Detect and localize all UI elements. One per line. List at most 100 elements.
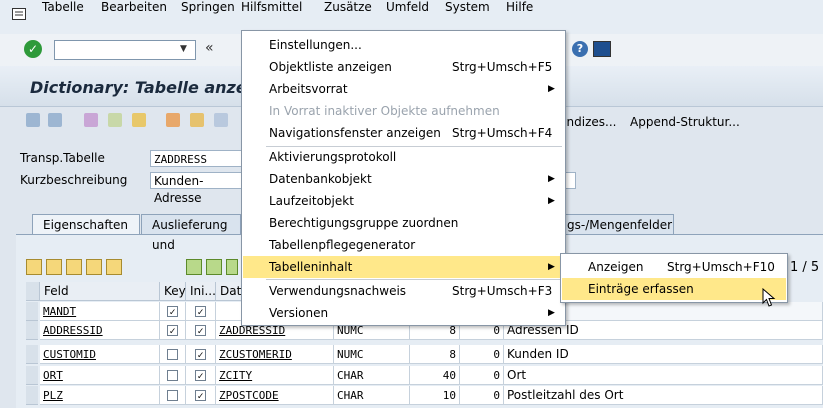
col-ini[interactable]: Ini... bbox=[186, 282, 216, 301]
table-row-desc[interactable]: Ort bbox=[504, 366, 823, 385]
table-row-len[interactable]: 40 bbox=[410, 366, 460, 385]
append-struktur-button[interactable]: Append-Struktur... bbox=[630, 115, 740, 129]
menu-item-einstellungen[interactable]: Einstellungen... bbox=[243, 34, 564, 56]
table-row-ini[interactable]: ✓ bbox=[186, 366, 216, 385]
menu-item-versionen[interactable]: Versionen ▶ bbox=[243, 302, 564, 324]
ini-checkbox[interactable]: ✓ bbox=[195, 390, 206, 402]
copy-row-icon[interactable] bbox=[46, 259, 62, 275]
col-dat[interactable]: Dat bbox=[216, 282, 242, 301]
key-checkbox[interactable] bbox=[167, 370, 178, 381]
forward-arrow-icon[interactable] bbox=[48, 113, 62, 127]
menu-bearbeiten[interactable]: Bearbeiten bbox=[101, 0, 167, 14]
menu-item-tabelleninhalt[interactable]: Tabelleninhalt ▶ bbox=[243, 256, 564, 278]
check-icon[interactable] bbox=[108, 113, 122, 127]
cut-row-icon[interactable] bbox=[26, 259, 42, 275]
menu-item-aktivierungsprotokoll[interactable]: Aktivierungsprotokoll bbox=[243, 146, 564, 168]
menu-zusaetze[interactable]: Zusätze bbox=[324, 0, 372, 14]
where-used-icon[interactable] bbox=[166, 113, 180, 127]
ini-checkbox[interactable]: ✓ bbox=[195, 306, 206, 318]
table-row-desc[interactable]: Kunden ID bbox=[504, 345, 823, 364]
table-row-key[interactable] bbox=[160, 366, 186, 385]
menu-item-datenbankobjekt[interactable]: Datenbankobjekt ▶ bbox=[243, 168, 564, 190]
row-selector[interactable] bbox=[26, 366, 38, 385]
ini-checkbox[interactable]: ✓ bbox=[195, 370, 206, 382]
col-key[interactable]: Key bbox=[160, 282, 186, 301]
menu-umfeld[interactable]: Umfeld bbox=[386, 0, 429, 14]
menu-item-laufzeitobjekt[interactable]: Laufzeitobjekt ▶ bbox=[243, 190, 564, 212]
table-row-typ[interactable]: CHAR bbox=[334, 366, 410, 385]
enter-check-icon[interactable]: ✓ bbox=[24, 40, 42, 58]
filter-icon[interactable] bbox=[186, 259, 202, 275]
insert-row-icon[interactable] bbox=[86, 259, 102, 275]
table-row-dec[interactable]: 0 bbox=[460, 366, 504, 385]
activate-icon[interactable] bbox=[132, 113, 146, 127]
table-row-ini[interactable]: ✓ bbox=[186, 302, 216, 321]
table-row-dec[interactable]: 0 bbox=[460, 386, 504, 405]
command-field[interactable] bbox=[54, 40, 196, 60]
table-row-feld[interactable]: CUSTOMID bbox=[40, 345, 160, 364]
sap-menu-icon[interactable] bbox=[12, 8, 26, 20]
row-selector[interactable] bbox=[26, 386, 38, 405]
table-row-key[interactable]: ✓ bbox=[160, 302, 186, 321]
menu-system[interactable]: System bbox=[445, 0, 490, 14]
key-checkbox[interactable] bbox=[167, 390, 178, 401]
submenu-item-eintraege-erfassen[interactable]: Einträge erfassen bbox=[562, 278, 786, 300]
tab-auslieferung[interactable]: Auslieferung und bbox=[141, 214, 241, 252]
col-feld[interactable]: Feld bbox=[40, 282, 160, 301]
row-selector[interactable] bbox=[26, 321, 38, 340]
table-row-desc[interactable]: Postleitzahl des Ort bbox=[504, 386, 823, 405]
table-row-ini[interactable]: ✓ bbox=[186, 345, 216, 364]
table-row-dat[interactable]: ZCUSTOMERID bbox=[216, 345, 334, 364]
menu-item-objektliste[interactable]: Objektliste anzeigen Strg+Umsch+F5 bbox=[243, 56, 564, 78]
table-row-feld[interactable]: ADDRESSID bbox=[40, 321, 160, 340]
key-checkbox[interactable] bbox=[167, 349, 178, 360]
menu-item-navigationsfenster[interactable]: Navigationsfenster anzeigen Strg+Umsch+F4 bbox=[243, 122, 564, 144]
menu-item-tabellenpflegegenerator[interactable]: Tabellenpflegegenerator bbox=[243, 234, 564, 256]
table-tool-icon[interactable] bbox=[226, 259, 238, 275]
table-row-dat[interactable]: ZPOSTCODE bbox=[216, 386, 334, 405]
delete-row-icon[interactable] bbox=[106, 259, 122, 275]
search-help-icon[interactable] bbox=[206, 259, 222, 275]
ini-checkbox[interactable]: ✓ bbox=[195, 325, 206, 337]
table-row-key[interactable] bbox=[160, 386, 186, 405]
display-change-icon[interactable] bbox=[84, 113, 98, 127]
menu-item-berechtigungsgruppe[interactable]: Berechtigungsgruppe zuordnen bbox=[243, 212, 564, 234]
kurzbeschreibung-field[interactable]: Kunden-Adresse bbox=[150, 172, 242, 205]
table-row-feld[interactable]: PLZ bbox=[40, 386, 160, 405]
navigation-icon[interactable] bbox=[214, 113, 228, 127]
object-list-icon[interactable] bbox=[190, 113, 204, 127]
table-row-dec[interactable]: 0 bbox=[460, 345, 504, 364]
row-selector[interactable] bbox=[26, 345, 38, 364]
tab-eigenschaften[interactable]: Eigenschaften bbox=[32, 214, 140, 234]
command-dropdown-icon[interactable]: ▼ bbox=[180, 44, 187, 54]
layout-monitor-icon[interactable] bbox=[593, 41, 611, 57]
menu-item-verwendungsnachweis[interactable]: Verwendungsnachweis Strg+Umsch+F3 bbox=[243, 280, 564, 302]
menu-hilfsmittel[interactable]: Hilfsmittel bbox=[241, 0, 302, 14]
transp-tabelle-field[interactable]: ZADDRESS bbox=[150, 150, 242, 167]
table-row-ini[interactable]: ✓ bbox=[186, 386, 216, 405]
paste-row-icon[interactable] bbox=[66, 259, 82, 275]
indizes-button[interactable]: Indizes... bbox=[563, 115, 616, 129]
table-row-len[interactable]: 10 bbox=[410, 386, 460, 405]
table-row-ini[interactable]: ✓ bbox=[186, 321, 216, 340]
table-row-key[interactable] bbox=[160, 345, 186, 364]
table-row-len[interactable]: 8 bbox=[410, 345, 460, 364]
menu-tabelle[interactable]: Tabelle bbox=[42, 0, 84, 14]
key-checkbox[interactable]: ✓ bbox=[167, 306, 178, 318]
table-row-typ[interactable]: NUMC bbox=[334, 345, 410, 364]
submenu-item-anzeigen[interactable]: Anzeigen Strg+Umsch+F10 bbox=[562, 256, 786, 278]
command-nav-icon[interactable]: « bbox=[205, 40, 214, 56]
select-all-cell[interactable] bbox=[26, 282, 40, 301]
menu-springen[interactable]: Springen bbox=[181, 0, 235, 14]
table-row-typ[interactable]: CHAR bbox=[334, 386, 410, 405]
tab-mengenfelder[interactable]: gs-/Mengenfelder bbox=[562, 214, 674, 234]
ini-checkbox[interactable]: ✓ bbox=[195, 349, 206, 361]
table-row-dat[interactable] bbox=[216, 302, 242, 321]
menu-hilfe[interactable]: Hilfe bbox=[506, 0, 533, 14]
back-arrow-icon[interactable] bbox=[26, 113, 40, 127]
help-icon[interactable]: ? bbox=[572, 41, 588, 57]
menu-item-arbeitsvorrat[interactable]: Arbeitsvorrat ▶ bbox=[243, 78, 564, 100]
table-row-dat[interactable]: ZCITY bbox=[216, 366, 334, 385]
row-selector[interactable] bbox=[26, 302, 38, 321]
key-checkbox[interactable]: ✓ bbox=[167, 325, 178, 337]
